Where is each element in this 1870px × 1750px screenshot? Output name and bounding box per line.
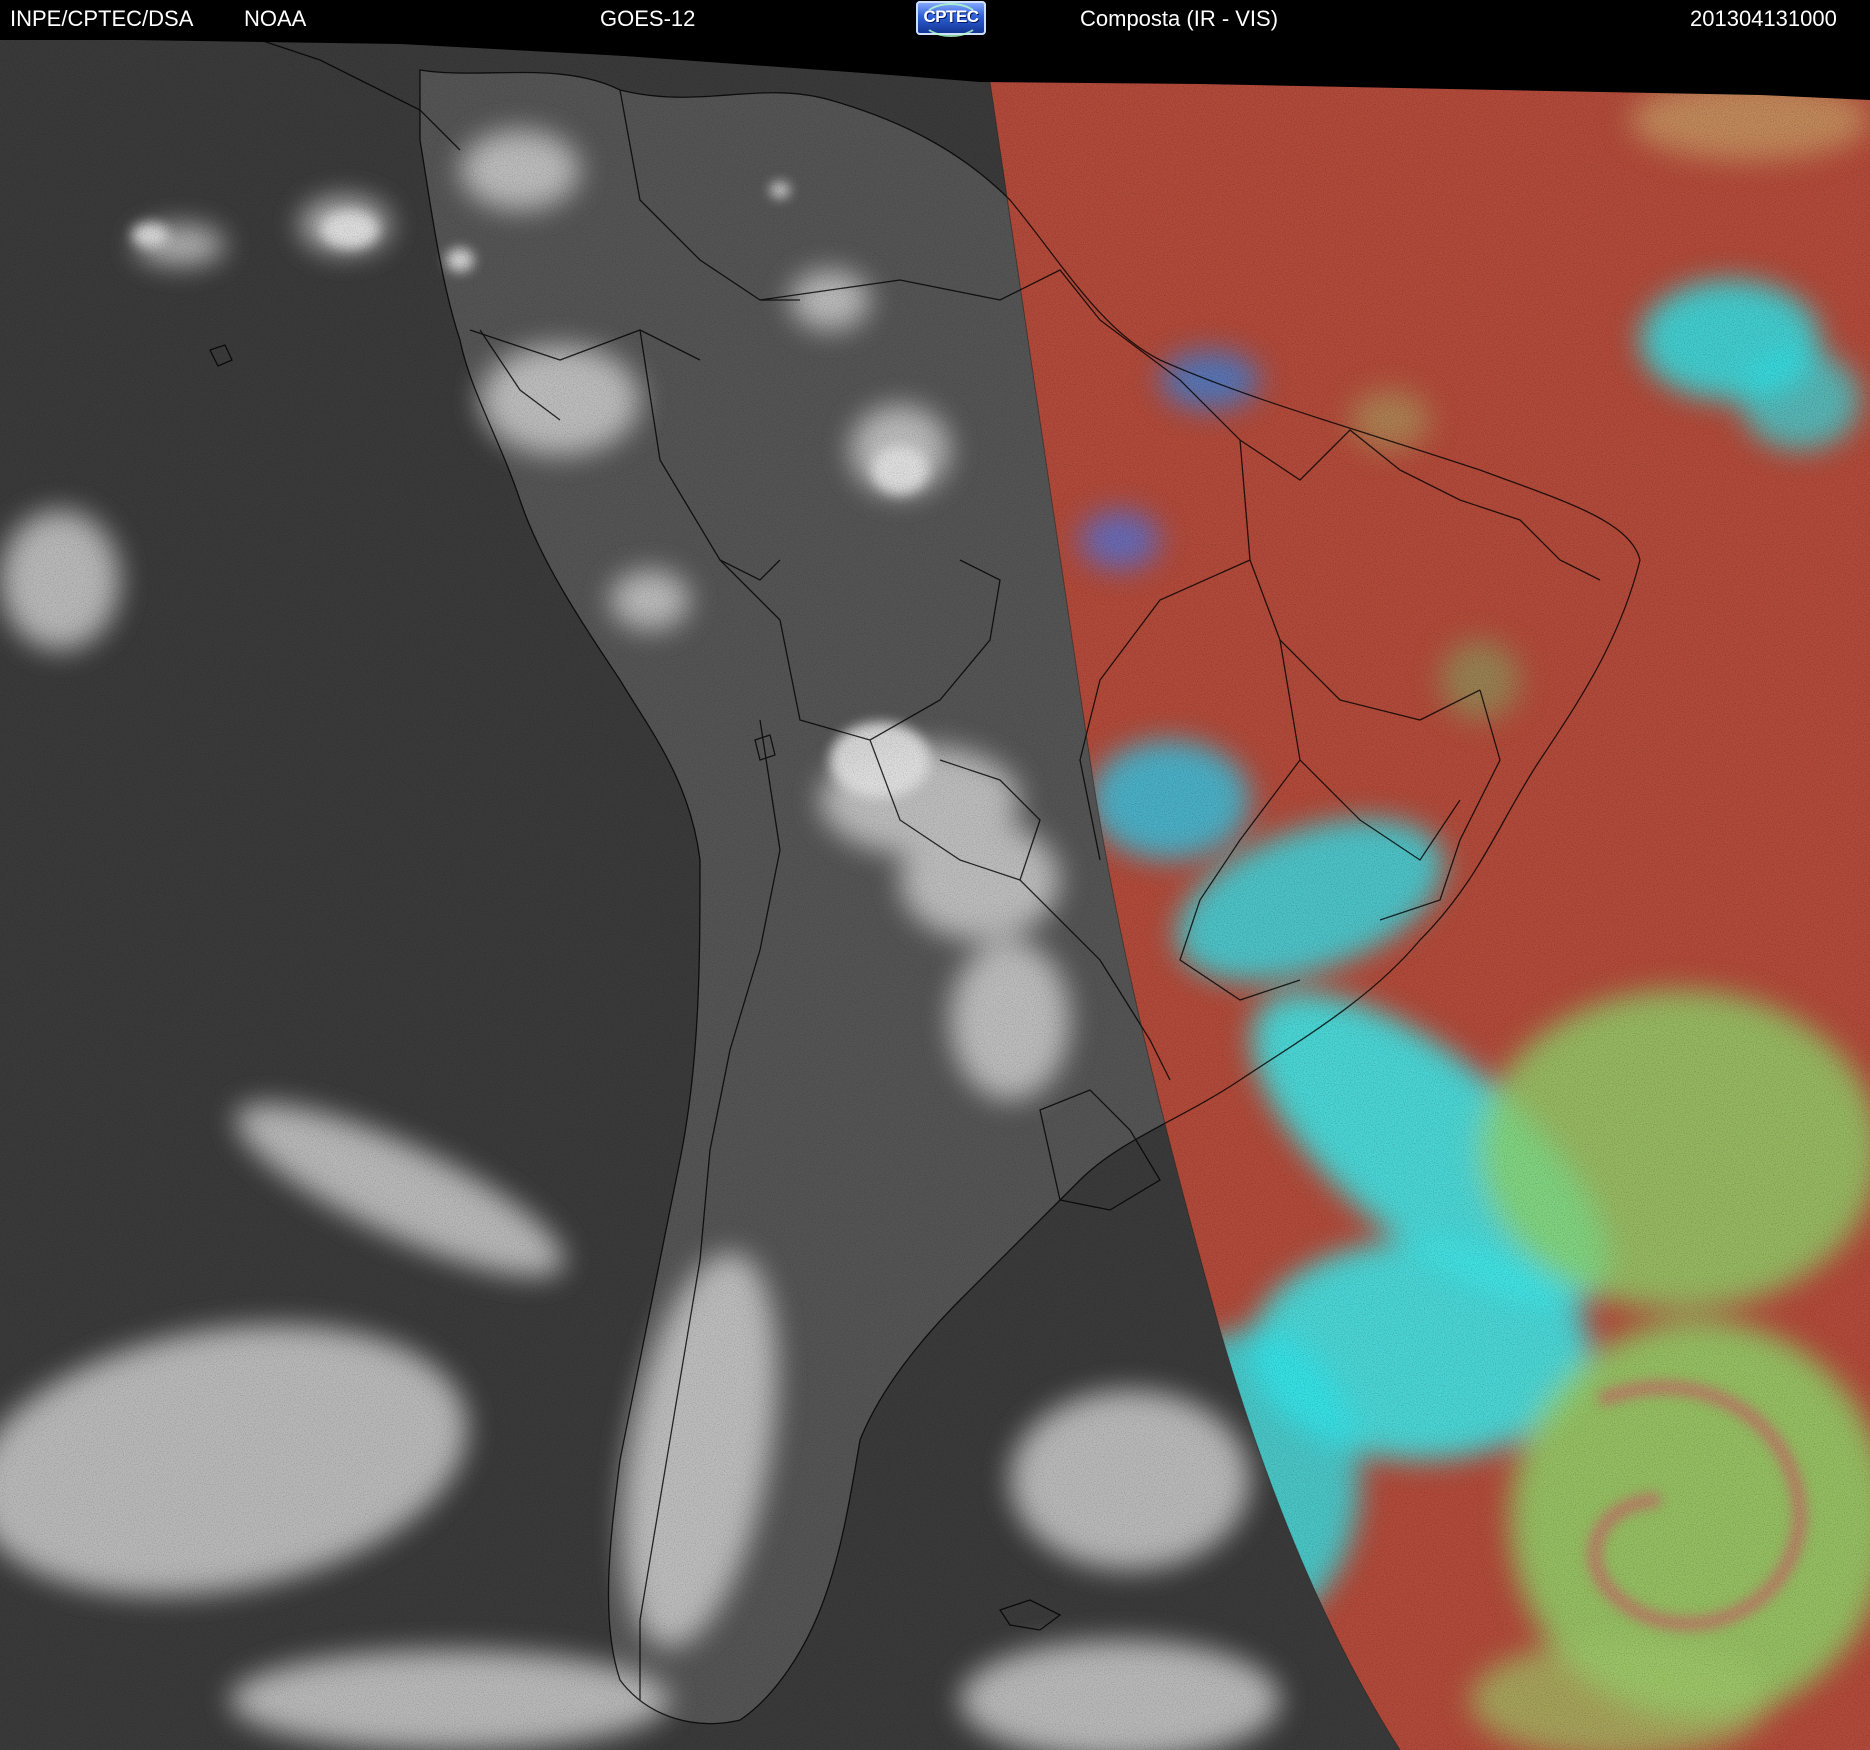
satellite-image <box>0 0 1870 1750</box>
satellite-label: GOES-12 <box>600 6 696 31</box>
product-label: Composta (IR - VIS) <box>1080 6 1279 31</box>
timestamp-label: 201304131000 <box>1690 6 1837 31</box>
logo-text: CPTEC <box>923 7 979 26</box>
image-header-bar: INPE/CPTEC/DSA NOAA GOES-12 CPTEC Compos… <box>0 0 1870 38</box>
agency-label: INPE/CPTEC/DSA <box>10 6 194 31</box>
source-label: NOAA <box>244 6 307 31</box>
cptec-logo: CPTEC <box>916 1 986 37</box>
